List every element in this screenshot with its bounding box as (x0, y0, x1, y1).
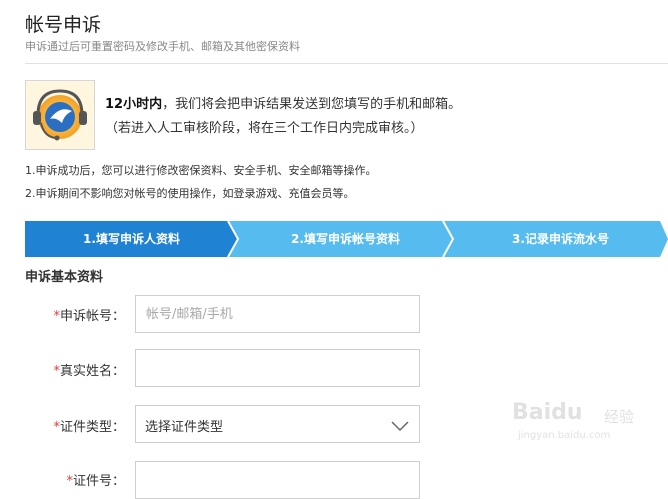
real-name-label: *真实姓名： (25, 360, 125, 379)
id-number-label: *证件号： (25, 470, 125, 489)
id-type-select[interactable]: 选择证件类型 (135, 405, 420, 443)
step-2-label: 2.填写申诉帐号资料 (291, 232, 400, 246)
note-item: 1.申诉成功后，您可以进行修改密保资料、安全手机、安全邮箱等操作。 (25, 164, 377, 177)
account-label-text: 申诉帐号： (59, 309, 125, 324)
section-title: 申诉基本资料 (25, 270, 104, 285)
id-type-selected-value: 选择证件类型 (145, 420, 224, 435)
watermark-url: jingyan.baidu.com (518, 430, 611, 441)
id-number-label-text: 证件号： (72, 474, 125, 489)
account-label: *申诉帐号： (25, 305, 125, 324)
real-name-label-text: 真实姓名： (59, 364, 125, 379)
real-name-input[interactable] (135, 349, 420, 387)
page-subtitle: 申诉通过后可重置密码及修改手机、邮箱及其他密保资料 (25, 40, 300, 53)
notice-line-2: （若进入人工审核阶段，将在三个工作日内完成审核。） (105, 121, 424, 136)
account-input[interactable] (135, 295, 420, 333)
notice-line-1: 12小时内，我们将会把申诉结果发送到您填写的手机和邮箱。 (105, 93, 461, 112)
notice-line-1-text: ，我们将会把申诉结果发送到您填写的手机和邮箱。 (162, 97, 462, 112)
page-title: 帐号申诉 (25, 14, 102, 36)
watermark-sub: 经验 (604, 408, 635, 426)
chevron-down-icon (391, 417, 409, 436)
step-1-label: 1.填写申诉人资料 (83, 232, 180, 246)
step-3-label: 3.记录申诉流水号 (512, 232, 609, 246)
id-number-input[interactable] (135, 461, 420, 499)
watermark: Baidu 经验 jingyan.baidu.com (512, 400, 662, 450)
header-divider (25, 63, 668, 64)
notice-emphasis: 12小时内 (105, 97, 163, 112)
id-type-label-text: 证件类型： (59, 420, 125, 435)
id-type-label: *证件类型： (25, 416, 125, 435)
watermark-brand: Baidu (512, 400, 583, 425)
note-item: 2.申诉期间不影响您对帐号的使用操作，如登录游戏、充值会员等。 (25, 187, 355, 200)
headset-support-icon (25, 80, 95, 150)
progress-steps: 1.填写申诉人资料 2.填写申诉帐号资料 3.记录申诉流水号 (25, 221, 668, 257)
